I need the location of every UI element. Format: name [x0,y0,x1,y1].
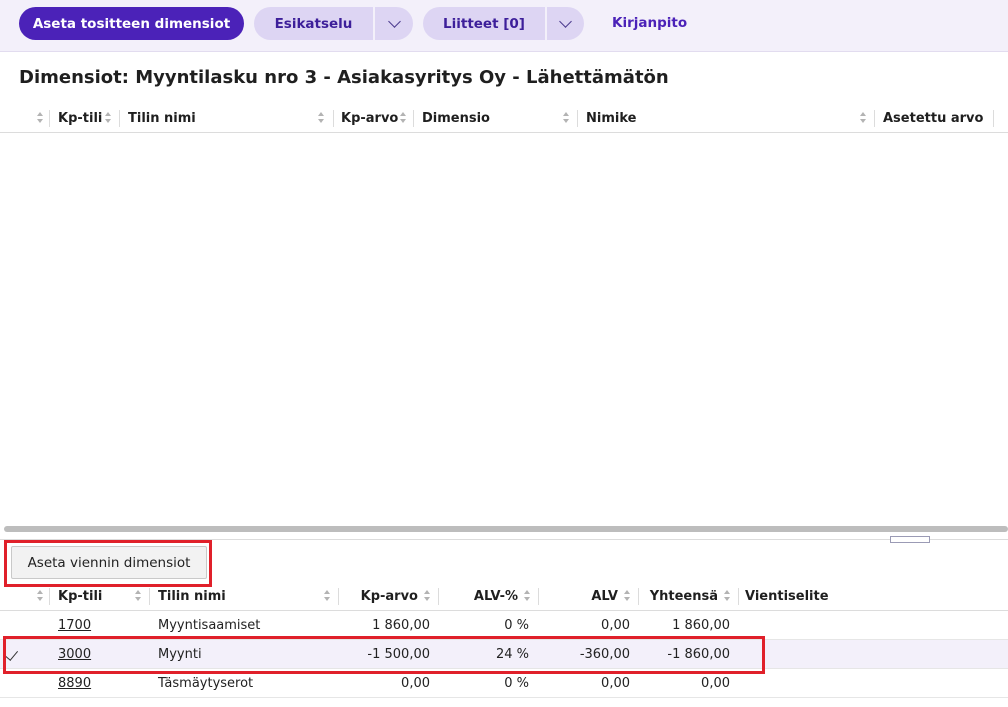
column-separator[interactable] [119,110,120,127]
column-header-asetettu-arvo[interactable]: Asetettu arvo [883,103,983,133]
column-separator[interactable] [49,110,50,127]
kp-value: 0,00 [401,676,430,691]
sort-icon[interactable] [860,112,867,124]
sort-icon[interactable] [724,590,731,602]
chevron-down-icon [559,14,572,28]
sort-icon[interactable] [624,590,631,602]
table-row[interactable]: 8890 Täsmäytyserot 0,00 0 % 0,00 0,00 [0,669,1008,698]
vat-percent: 0 % [504,676,529,691]
preview-dropdown-button[interactable] [375,7,413,40]
column-header-kp-tili[interactable]: Kp-tili [58,581,102,611]
lines-grid-header: Kp-tili Tilin nimi Kp-arvo ALV-% ALV Yht… [0,581,1008,611]
column-separator[interactable] [333,110,334,127]
toolbar: Aseta tositteen dimensiot Esikatselu Lii… [0,0,1008,52]
dimensions-grid-header: Kp-tili Tilin nimi Kp-arvo Dimensio Nimi… [0,103,1008,133]
sort-icon[interactable] [424,590,431,602]
set-line-dimensions-button[interactable]: Aseta viennin dimensiot [11,546,207,579]
vat-amount: -360,00 [579,647,630,662]
preview-button[interactable]: Esikatselu [254,7,373,40]
attachments-dropdown-button[interactable] [547,7,584,40]
sort-icon[interactable] [318,112,325,124]
bookkeeping-link[interactable]: Kirjanpito [612,15,687,31]
sort-icon[interactable] [400,112,407,124]
vat-amount: 0,00 [601,676,630,691]
column-header-dimensio[interactable]: Dimensio [422,103,490,133]
account-link[interactable]: 8890 [58,676,91,691]
account-link[interactable]: 1700 [58,618,91,633]
column-separator[interactable] [149,588,150,605]
checkmark-icon [4,647,19,661]
column-header-tilin-nimi[interactable]: Tilin nimi [128,103,196,133]
column-header-alv-pct[interactable]: ALV-% [440,581,518,611]
column-header-alv[interactable]: ALV [540,581,618,611]
account-link[interactable]: 3000 [58,647,91,662]
column-separator[interactable] [577,110,578,127]
column-separator[interactable] [413,110,414,127]
column-header-yhteensa[interactable]: Yhteensä [640,581,718,611]
horizontal-scrollbar[interactable] [4,526,1008,532]
account-name: Täsmäytyserot [158,676,254,691]
column-separator[interactable] [993,110,994,127]
sort-icon[interactable] [324,590,331,602]
column-header-nimike[interactable]: Nimike [586,103,636,133]
sort-icon[interactable] [524,590,531,602]
column-separator[interactable] [638,588,639,605]
sort-icon[interactable] [37,112,44,124]
column-header-kp-arvo[interactable]: Kp-arvo [340,581,418,611]
column-separator[interactable] [338,588,339,605]
set-document-dimensions-button[interactable]: Aseta tositteen dimensiot [19,7,244,40]
total-amount: -1 860,00 [667,647,730,662]
attachments-button[interactable]: Liitteet [0] [423,7,545,40]
total-amount: 1 860,00 [672,618,730,633]
column-separator[interactable] [738,588,739,605]
kp-value: 1 860,00 [372,618,430,633]
column-separator[interactable] [49,588,50,605]
vat-amount: 0,00 [601,618,630,633]
kp-value: -1 500,00 [367,647,430,662]
column-header-kp-tili[interactable]: Kp-tili [58,103,102,133]
sort-icon[interactable] [105,112,112,124]
dimensions-grid-body [0,133,1008,527]
sort-icon[interactable] [563,112,570,124]
splitter-handle[interactable] [890,536,930,543]
column-separator[interactable] [538,588,539,605]
total-amount: 0,00 [701,676,730,691]
sort-icon[interactable] [37,590,44,602]
column-header-tilin-nimi[interactable]: Tilin nimi [158,581,226,611]
account-name: Myyntisaamiset [158,618,261,633]
vat-percent: 0 % [504,618,529,633]
account-name: Myynti [158,647,202,662]
sort-icon[interactable] [135,590,142,602]
chevron-down-icon [387,14,401,28]
table-row[interactable]: 1700 Myyntisaamiset 1 860,00 0 % 0,00 1 … [0,611,1008,640]
page-title: Dimensiot: Myyntilasku nro 3 - Asiakasyr… [19,67,669,88]
column-separator[interactable] [438,588,439,605]
pane-splitter [0,539,1008,540]
column-separator[interactable] [874,110,875,127]
table-row[interactable]: 3000 Myynti -1 500,00 24 % -360,00 -1 86… [0,640,1008,669]
column-header-vientiselite[interactable]: Vientiselite [745,581,829,611]
vat-percent: 24 % [495,647,529,662]
column-header-kp-arvo[interactable]: Kp-arvo [341,103,398,133]
